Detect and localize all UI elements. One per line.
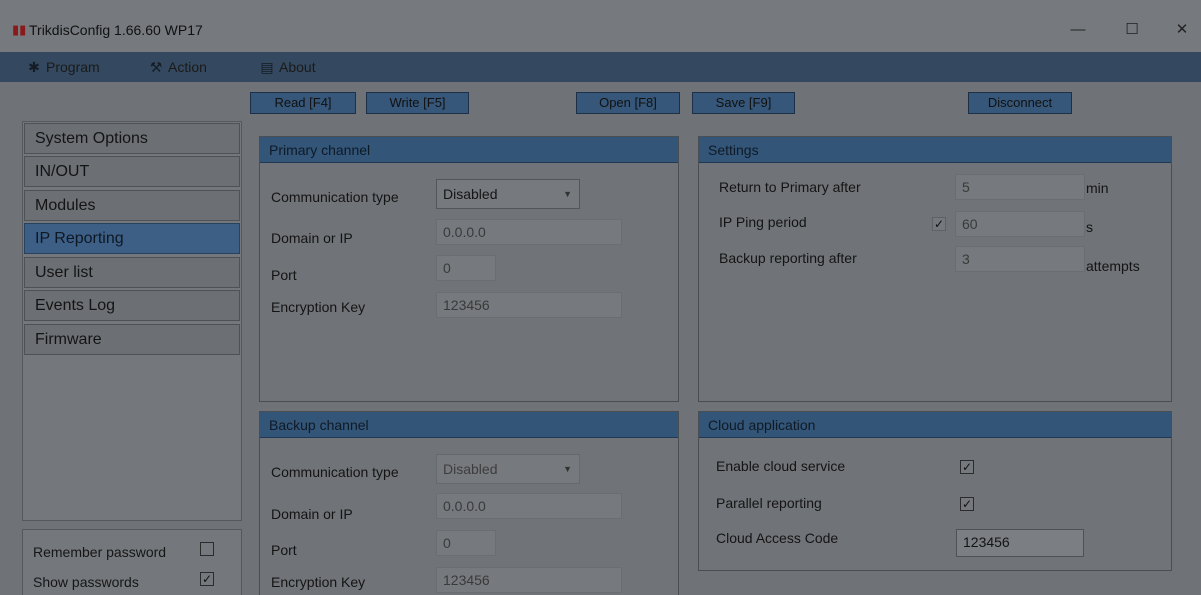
- menu-about[interactable]: ▤ About: [259, 59, 316, 76]
- backup-domain-input[interactable]: 0.0.0.0: [436, 493, 622, 519]
- write-button[interactable]: Write [F5]: [366, 92, 469, 114]
- cloud-access-code-input[interactable]: 123456: [956, 529, 1084, 557]
- ip-ping-label: IP Ping period: [719, 214, 807, 230]
- backup-comm-type-select[interactable]: Disabled ▼: [436, 454, 580, 484]
- return-primary-input[interactable]: 5: [955, 174, 1085, 200]
- sidebar-item-modules[interactable]: Modules: [24, 190, 240, 221]
- menu-program[interactable]: ✱ Program: [26, 59, 100, 76]
- backup-key-label: Encryption Key: [271, 574, 366, 590]
- window-title: TrikdisConfig 1.66.60 WP17: [29, 22, 203, 38]
- backup-reporting-unit: attempts: [1086, 258, 1140, 274]
- backup-channel-header: Backup channel: [260, 412, 678, 438]
- backup-channel-panel: Backup channel Communication type Disabl…: [259, 411, 679, 595]
- gear-icon: ✱: [28, 59, 40, 75]
- primary-channel-header: Primary channel: [260, 137, 678, 163]
- ip-ping-unit: s: [1086, 219, 1093, 235]
- backup-domain-label: Domain or IP: [271, 506, 353, 522]
- menu-action-label: Action: [168, 59, 207, 75]
- cloud-access-code-label: Cloud Access Code: [716, 530, 839, 546]
- primary-port-input[interactable]: 0: [436, 255, 496, 281]
- menu-bar: ✱ Program ⚒ Action ▤ About: [0, 52, 1201, 82]
- maximize-button[interactable]: ☐: [1117, 18, 1147, 42]
- primary-comm-type-value: Disabled: [443, 186, 498, 202]
- primary-comm-type-select[interactable]: Disabled ▼: [436, 179, 580, 209]
- save-button[interactable]: Save [F9]: [692, 92, 795, 114]
- settings-header: Settings: [699, 137, 1171, 163]
- return-primary-unit: min: [1086, 180, 1109, 196]
- menu-about-label: About: [279, 59, 316, 75]
- primary-domain-input[interactable]: 0.0.0.0: [436, 219, 622, 245]
- backup-port-input[interactable]: 0: [436, 530, 496, 556]
- sidebar-item-in-out[interactable]: IN/OUT: [24, 156, 240, 187]
- menu-action[interactable]: ⚒ Action: [148, 59, 207, 76]
- sidebar-item-firmware[interactable]: Firmware: [24, 324, 240, 355]
- remember-password-label: Remember password: [33, 544, 167, 560]
- sidebar-item-user-list[interactable]: User list: [24, 257, 240, 288]
- app-logo-icon: ▮▮: [12, 22, 27, 37]
- enable-cloud-label: Enable cloud service: [716, 458, 846, 474]
- backup-key-input[interactable]: 123456: [436, 567, 622, 593]
- open-button[interactable]: Open [F8]: [576, 92, 680, 114]
- show-passwords-label: Show passwords: [33, 574, 139, 590]
- sidebar-item-events-log[interactable]: Events Log: [24, 290, 240, 321]
- book-icon: ▤: [260, 59, 274, 75]
- ip-ping-checkbox[interactable]: ✓: [932, 217, 946, 231]
- minimize-button[interactable]: —: [1063, 18, 1093, 42]
- read-button[interactable]: Read [F4]: [250, 92, 356, 114]
- cloud-application-header: Cloud application: [699, 412, 1171, 438]
- primary-domain-label: Domain or IP: [271, 230, 353, 246]
- disconnect-button[interactable]: Disconnect: [968, 92, 1072, 114]
- parallel-reporting-label: Parallel reporting: [716, 495, 822, 511]
- primary-comm-type-label: Communication type: [271, 189, 399, 205]
- backup-comm-type-label: Communication type: [271, 464, 399, 480]
- backup-port-label: Port: [271, 542, 297, 558]
- primary-channel-panel: Primary channel Communication type Disab…: [259, 136, 679, 402]
- remember-password-checkbox[interactable]: [200, 542, 214, 556]
- parallel-reporting-checkbox[interactable]: ✓: [960, 497, 974, 511]
- wrench-icon: ⚒: [149, 59, 163, 75]
- backup-reporting-input[interactable]: 3: [955, 246, 1085, 272]
- title-bar: ▮▮ TrikdisConfig 1.66.60 WP17 — ☐ ✕: [0, 0, 1201, 52]
- primary-port-label: Port: [271, 267, 297, 283]
- sidebar-item-system-options[interactable]: System Options: [24, 123, 240, 154]
- primary-key-label: Encryption Key: [271, 299, 366, 315]
- cloud-application-panel: Cloud application Enable cloud service ✓…: [698, 411, 1172, 571]
- return-primary-label: Return to Primary after: [719, 179, 861, 195]
- chevron-down-icon: ▼: [563, 189, 572, 199]
- close-button[interactable]: ✕: [1167, 18, 1197, 42]
- show-passwords-checkbox[interactable]: ✓: [200, 572, 214, 586]
- password-options: Remember password Show passwords ✓: [22, 529, 242, 595]
- menu-program-label: Program: [46, 59, 100, 75]
- ip-ping-input[interactable]: 60: [955, 211, 1085, 237]
- backup-reporting-label: Backup reporting after: [719, 250, 857, 266]
- backup-comm-type-value: Disabled: [443, 461, 498, 477]
- enable-cloud-checkbox[interactable]: ✓: [960, 460, 974, 474]
- primary-key-input[interactable]: 123456: [436, 292, 622, 318]
- chevron-down-icon: ▼: [563, 464, 572, 474]
- sidebar-item-ip-reporting[interactable]: IP Reporting: [24, 223, 240, 254]
- sidebar-nav: System Options IN/OUT Modules IP Reporti…: [22, 121, 242, 521]
- settings-panel: Settings Return to Primary after 5 min I…: [698, 136, 1172, 402]
